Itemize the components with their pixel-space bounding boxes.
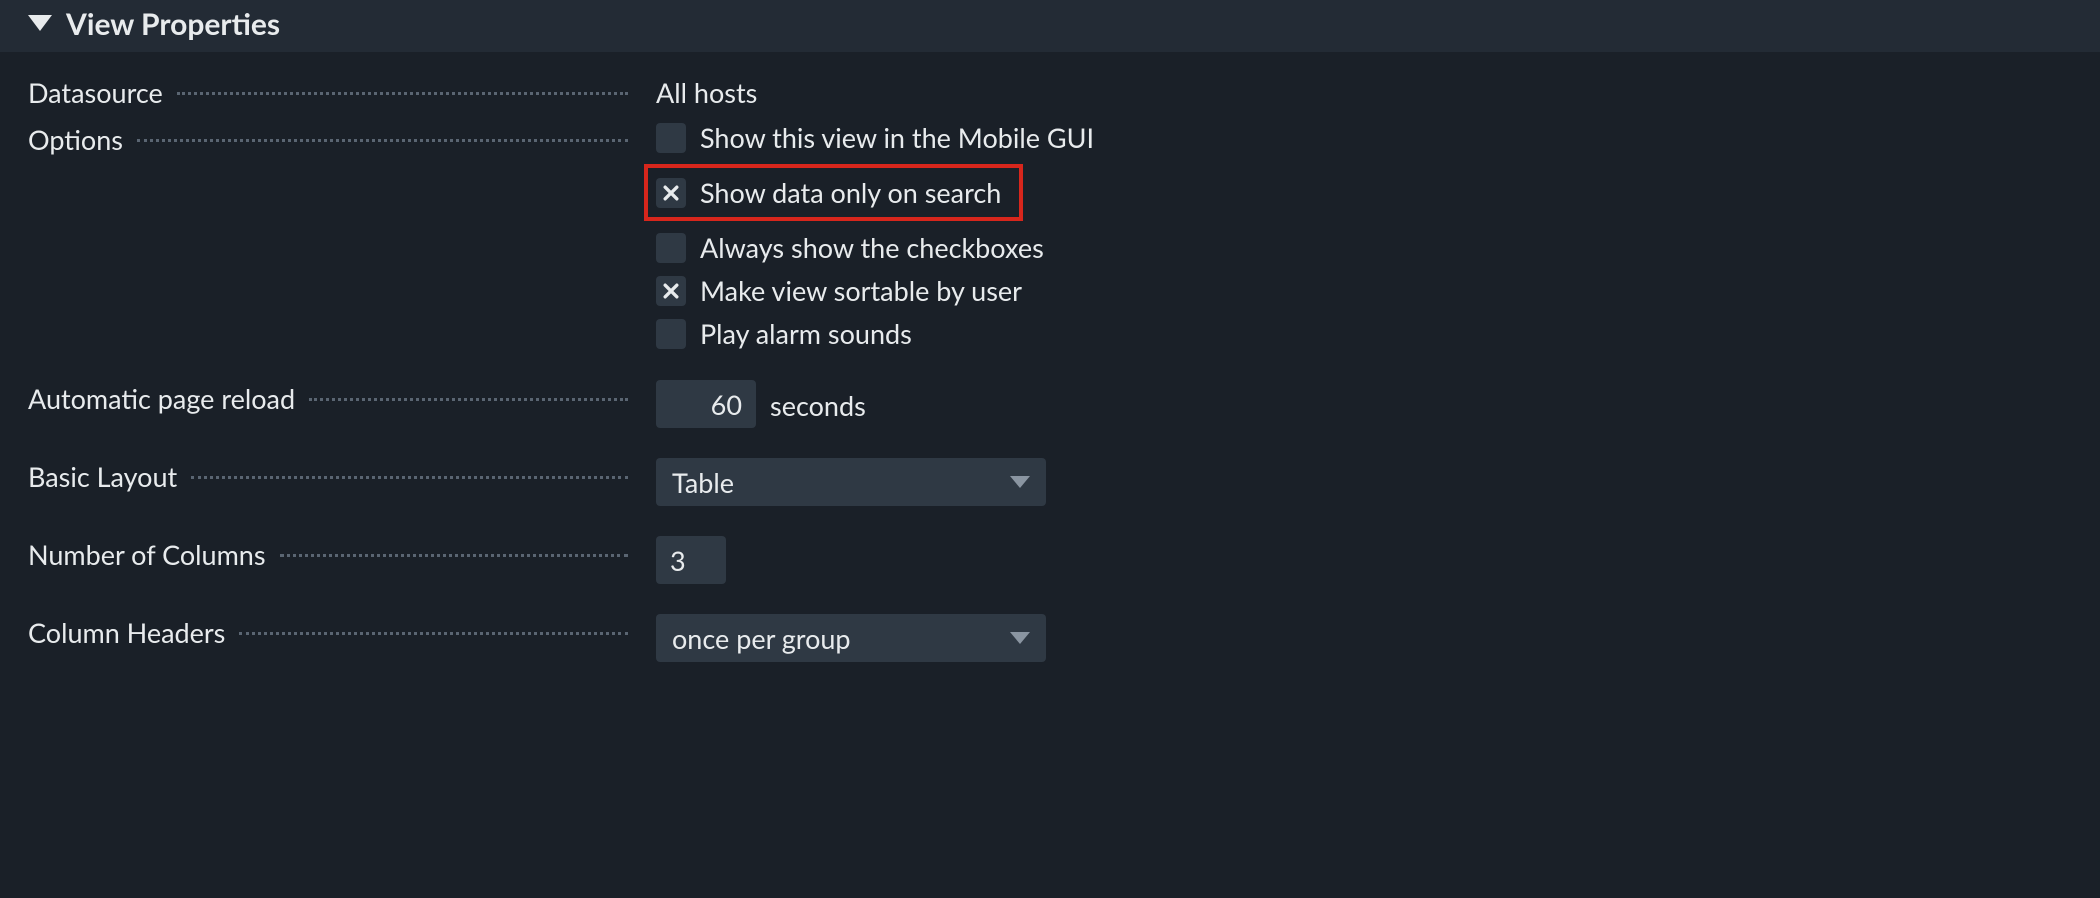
layout-label: Basic Layout (28, 460, 187, 493)
section-header[interactable]: View Properties (0, 0, 2100, 52)
label-col: Number of Columns (28, 536, 628, 571)
option-item: Always show the checkboxes (656, 231, 1094, 264)
option-checkbox[interactable] (656, 319, 686, 349)
datasource-label: Datasource (28, 76, 173, 109)
value-col: seconds (628, 380, 866, 428)
dotted-leader (191, 469, 628, 479)
headers-select-wrap: once per group (656, 614, 1046, 662)
dotted-leader (309, 391, 628, 401)
row-reload: Automatic page reload seconds (28, 380, 2100, 428)
highlight-box: Show data only on search (644, 164, 1023, 221)
option-item: Show this view in the Mobile GUI (656, 121, 1094, 154)
dotted-leader (137, 132, 628, 142)
value-col: Table (628, 458, 1046, 506)
row-columns: Number of Columns (28, 536, 2100, 584)
option-checkbox[interactable] (656, 178, 686, 208)
label-col: Datasource (28, 74, 628, 109)
label-col: Options (28, 121, 628, 156)
row-layout: Basic Layout Table (28, 458, 2100, 506)
option-checkbox[interactable] (656, 276, 686, 306)
row-datasource: Datasource All hosts (28, 74, 2100, 109)
label-col: Column Headers (28, 614, 628, 649)
headers-select[interactable]: once per group (656, 614, 1046, 662)
value-col: All hosts (628, 74, 757, 109)
layout-select[interactable]: Table (656, 458, 1046, 506)
option-checkbox[interactable] (656, 123, 686, 153)
row-options: Options Show this view in the Mobile GUI… (28, 121, 2100, 350)
reload-label: Automatic page reload (28, 382, 305, 415)
option-item: Play alarm sounds (656, 317, 1094, 350)
columns-label: Number of Columns (28, 538, 276, 571)
value-col: once per group (628, 614, 1046, 662)
datasource-value: All hosts (656, 74, 757, 109)
option-label: Play alarm sounds (700, 317, 912, 350)
dotted-leader (239, 625, 628, 635)
row-headers: Column Headers once per group (28, 614, 2100, 662)
section-title: View Properties (66, 6, 280, 42)
option-item: Show data only on search (656, 164, 1094, 221)
label-col: Basic Layout (28, 458, 628, 493)
option-label: Always show the checkboxes (700, 231, 1044, 264)
headers-label: Column Headers (28, 616, 235, 649)
reload-unit: seconds (770, 387, 866, 422)
value-col (628, 536, 726, 584)
options-label: Options (28, 123, 133, 156)
layout-select-wrap: Table (656, 458, 1046, 506)
option-label: Make view sortable by user (700, 274, 1022, 307)
section-content: Datasource All hosts Options Show this v… (0, 52, 2100, 662)
label-col: Automatic page reload (28, 380, 628, 415)
option-label: Show data only on search (700, 176, 1001, 209)
option-label: Show this view in the Mobile GUI (700, 121, 1094, 154)
collapse-triangle-icon[interactable] (28, 15, 52, 31)
option-item: Make view sortable by user (656, 274, 1094, 307)
reload-input[interactable] (656, 380, 756, 428)
dotted-leader (280, 547, 628, 557)
columns-input[interactable] (656, 536, 726, 584)
dotted-leader (177, 85, 628, 95)
option-checkbox[interactable] (656, 233, 686, 263)
options-list: Show this view in the Mobile GUI Show dat… (628, 121, 1094, 350)
view-properties-panel: View Properties Datasource All hosts Opt… (0, 0, 2100, 662)
